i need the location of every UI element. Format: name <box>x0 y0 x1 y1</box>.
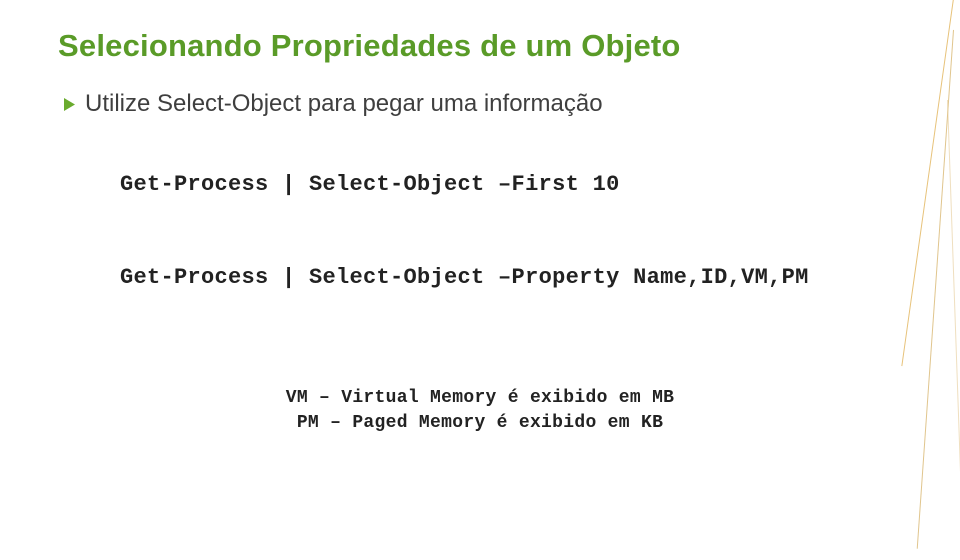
slide-container: Selecionando Propriedades de um Objeto U… <box>0 0 960 540</box>
code-example-1: Get-Process | Select-Object –First 10 <box>120 172 902 197</box>
play-triangle-icon <box>62 97 77 112</box>
bullet-item: Utilize Select-Object para pegar uma inf… <box>62 90 902 118</box>
footer-line-1: VM – Virtual Memory é exibido em MB <box>58 386 902 411</box>
slide-title: Selecionando Propriedades de um Objeto <box>58 28 902 64</box>
footer-notes: VM – Virtual Memory é exibido em MB PM –… <box>58 386 902 436</box>
bullet-text: Utilize Select-Object para pegar uma inf… <box>85 90 603 118</box>
decorative-accent-lines <box>936 0 960 540</box>
code-example-2: Get-Process | Select-Object –Property Na… <box>120 265 902 290</box>
footer-line-2: PM – Paged Memory é exibido em KB <box>58 411 902 436</box>
